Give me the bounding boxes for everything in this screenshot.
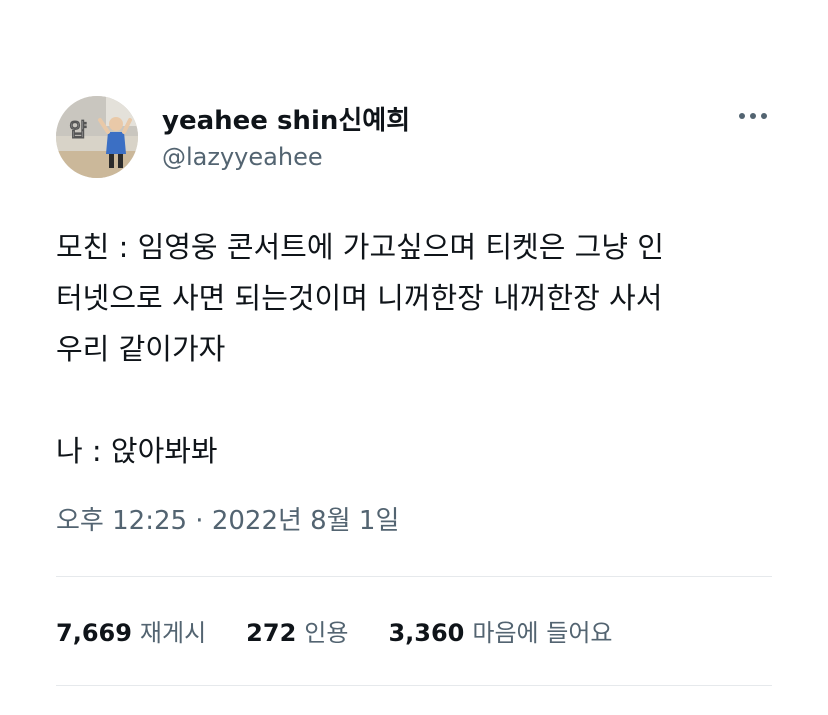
more-options-button[interactable] — [730, 100, 776, 132]
likes-count: 3,360 — [388, 619, 465, 647]
retweets-stat[interactable]: 7,669 재게시 — [56, 613, 206, 648]
likes-stat[interactable]: 3,360 마음에 들어요 — [388, 613, 612, 648]
more-horizontal-icon-dot — [750, 113, 756, 119]
more-horizontal-icon — [739, 113, 745, 119]
tweet-text-line: 우리 같이가자 — [56, 332, 226, 366]
tweet-timestamp[interactable]: 오후 12:25 · 2022년 8월 1일 — [56, 500, 399, 537]
quotes-label: 인용 — [304, 619, 349, 647]
tweet-text-line: 터넷으로 사면 되는것이며 니꺼한장 내꺼한장 사서 — [56, 281, 663, 315]
tweet-text-line: 나 : 앉아봐봐 — [56, 434, 218, 468]
tweet-text: 모친 : 임영웅 콘서트에 가고싶으며 티켓은 그냥 인 터넷으로 사면 되는것… — [56, 222, 776, 477]
quotes-count: 272 — [246, 619, 297, 647]
user-handle[interactable]: @lazyyeahee — [162, 143, 323, 171]
retweets-count: 7,669 — [56, 619, 132, 647]
quotes-stat[interactable]: 272 인용 — [246, 613, 348, 648]
more-horizontal-icon-dot — [761, 113, 767, 119]
tweet-text-line: 모친 : 임영웅 콘서트에 가고싶으며 티켓은 그냥 인 — [56, 230, 664, 264]
divider — [56, 576, 772, 577]
avatar-badge: 얍 — [69, 119, 87, 141]
avatar[interactable]: 얍 — [56, 96, 138, 178]
engagement-stats: 7,669 재게시 272 인용 3,360 마음에 들어요 — [56, 613, 652, 648]
retweets-label: 재게시 — [139, 619, 207, 647]
tweet-card: 얍 yeahee shin신예희 @lazyyeahee 모친 : 임영웅 콘서… — [0, 0, 828, 715]
display-name[interactable]: yeahee shin신예희 — [162, 100, 410, 137]
divider — [56, 685, 772, 686]
avatar-photo: 얍 — [56, 96, 138, 178]
likes-label: 마음에 들어요 — [472, 619, 613, 647]
